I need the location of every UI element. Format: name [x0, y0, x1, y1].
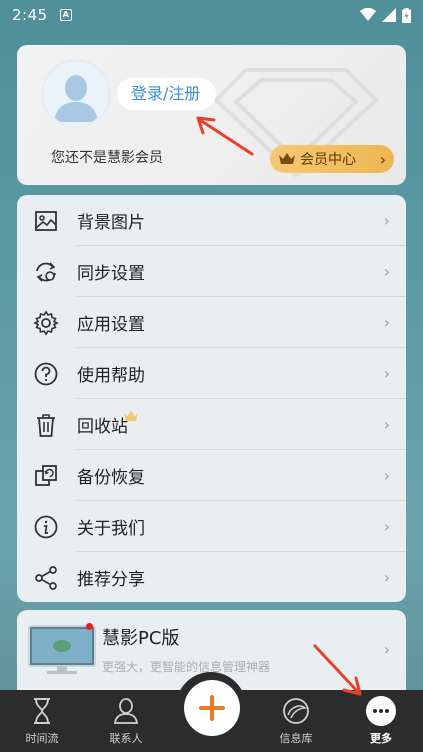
menu-item-label: 使用帮助 — [77, 366, 145, 386]
plus-icon — [199, 695, 225, 721]
menu-item-help[interactable]: 使用帮助 › — [17, 348, 406, 399]
menu-item-label: 推荐分享 — [77, 570, 145, 590]
nav-item-timeline[interactable]: 时间流 — [0, 690, 84, 752]
vip-center-button[interactable]: 会员中心 › — [270, 145, 394, 173]
menu-item-backup-restore[interactable]: 备份恢复 › — [17, 450, 406, 501]
signal-icon — [382, 8, 396, 22]
chevron-right-icon: › — [383, 466, 390, 485]
menu-item-about-us[interactable]: 关于我们 › — [17, 501, 406, 552]
chevron-right-icon: › — [383, 568, 390, 587]
info-icon — [34, 515, 58, 539]
chevron-right-icon: › — [383, 415, 390, 434]
login-register-button[interactable]: 登录/注册 — [117, 78, 217, 110]
menu-item-recycle-bin[interactable]: 回收站 › — [17, 399, 406, 450]
nav-item-library[interactable]: 信息库 — [254, 690, 338, 752]
nav-label: 时间流 — [25, 732, 59, 745]
monitor-icon — [28, 625, 96, 674]
new-dot-badge — [86, 623, 93, 630]
chevron-right-icon: › — [383, 364, 390, 383]
crown-icon — [279, 153, 295, 164]
chevron-right-icon: › — [383, 262, 390, 281]
menu-item-background-image[interactable]: 背景图片 › — [17, 195, 406, 246]
share-icon — [35, 566, 57, 590]
nav-label: 信息库 — [279, 732, 313, 745]
nav-item-contacts[interactable]: 联系人 — [84, 690, 168, 752]
pc-version-subtitle: 更强大，更智能的信息管理神器 — [102, 660, 271, 674]
vip-center-label: 会员中心 — [300, 152, 356, 168]
help-icon — [34, 362, 58, 386]
sync-settings-icon — [36, 262, 56, 282]
menu-item-label: 回收站 — [77, 417, 128, 437]
menu-item-label: 背景图片 — [77, 213, 145, 233]
contact-icon — [113, 698, 139, 724]
notification-icon: A — [59, 9, 72, 21]
menu-item-sync-settings[interactable]: 同步设置 › — [17, 246, 406, 297]
chevron-right-icon: › — [383, 313, 390, 332]
profile-card: 登录/注册 您还不是慧影会员 会员中心 › — [17, 45, 406, 185]
nav-label: 更多 — [370, 732, 392, 745]
wifi-icon — [360, 8, 376, 21]
menu-item-share[interactable]: 推荐分享 › — [17, 552, 406, 602]
not-member-text: 您还不是慧影会员 — [51, 150, 163, 166]
trash-icon — [37, 414, 55, 437]
chevron-right-icon: › — [383, 640, 390, 659]
nav-item-more[interactable]: 更多 — [339, 690, 423, 752]
nav-label: 联系人 — [109, 732, 143, 745]
image-icon — [35, 211, 57, 231]
hourglass-icon — [34, 698, 50, 724]
default-avatar-icon — [44, 62, 108, 126]
backup-icon — [35, 465, 57, 486]
status-time: 2:45 — [12, 6, 48, 24]
more-icon — [366, 696, 396, 726]
add-button[interactable] — [184, 680, 240, 736]
chevron-right-icon: › — [383, 517, 390, 536]
pc-version-title: 慧影PC版 — [102, 628, 180, 649]
menu-item-label: 应用设置 — [77, 315, 145, 335]
gear-icon — [33, 310, 59, 336]
avatar[interactable] — [41, 59, 111, 129]
status-bar: 2:45 A — [0, 0, 423, 30]
menu-item-label: 关于我们 — [77, 519, 145, 539]
battery-icon — [402, 7, 411, 23]
crown-badge-icon — [124, 410, 138, 421]
library-icon — [283, 698, 309, 724]
status-icons — [360, 7, 411, 23]
menu-item-label: 备份恢复 — [77, 468, 145, 488]
chevron-right-icon: › — [383, 211, 390, 230]
menu-item-label: 同步设置 — [77, 264, 145, 284]
settings-menu: 背景图片 › 同步设置 › 应用设置 › 使用帮助 › 回收站 › 备份恢复 ›… — [17, 195, 406, 602]
menu-item-app-settings[interactable]: 应用设置 › — [17, 297, 406, 348]
chevron-right-icon: › — [379, 149, 386, 169]
